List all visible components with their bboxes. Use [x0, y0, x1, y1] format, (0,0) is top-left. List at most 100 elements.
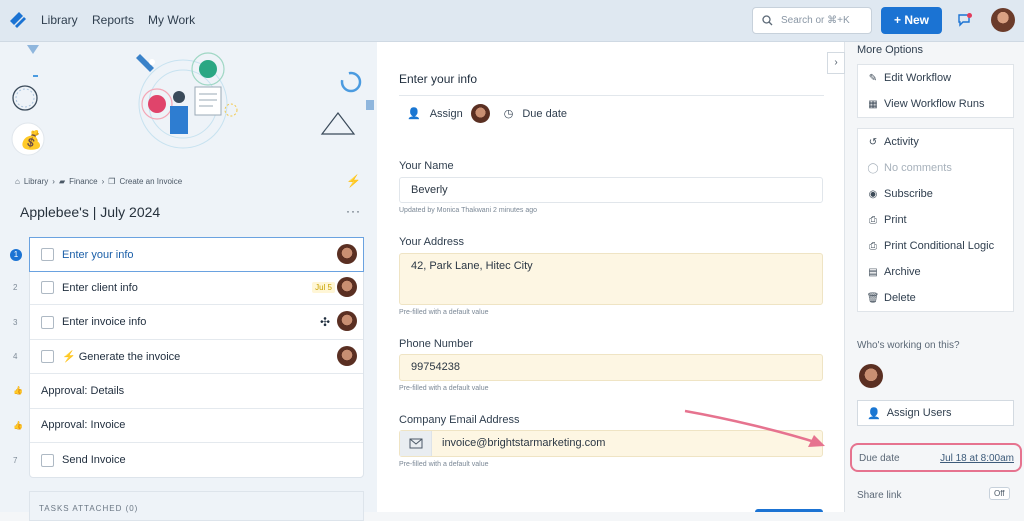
- assignee-avatar[interactable]: [859, 364, 883, 388]
- task-number: 4: [13, 351, 18, 361]
- assign-button[interactable]: Assign: [430, 108, 463, 120]
- task-checkbox[interactable]: [41, 248, 54, 261]
- share-link-label: Share link: [857, 490, 902, 501]
- delete-item[interactable]: 🗑 Delete: [858, 285, 1013, 311]
- task-item[interactable]: 👍 Approval: Invoice: [13, 409, 363, 443]
- nav-library[interactable]: Library: [41, 13, 78, 27]
- assignee-avatar[interactable]: [470, 104, 490, 123]
- nav-my-work[interactable]: My Work: [148, 13, 195, 27]
- folder-icon: ▰: [58, 177, 66, 186]
- hero-illustration: 💰: [0, 42, 377, 160]
- user-avatar[interactable]: [991, 8, 1015, 32]
- task-item[interactable]: 7 Send Invoice: [13, 443, 363, 477]
- task-item[interactable]: 👍 Approval: Details: [13, 374, 363, 409]
- due-date-highlight: Due date Jul 18 at 8:00am: [850, 443, 1022, 472]
- edit-workflow-item[interactable]: ✎ Edit Workflow: [858, 65, 1013, 91]
- workflow-run-title[interactable]: Applebee's | July 2024: [20, 204, 160, 220]
- nav-reports[interactable]: Reports: [92, 13, 134, 27]
- bolt-icon[interactable]: ⚡: [346, 174, 361, 188]
- eye-icon: ◉: [868, 188, 878, 200]
- field-label-name: Your Name: [399, 160, 454, 172]
- thumbs-up-icon: 👍: [13, 386, 23, 396]
- search-placeholder: Search or ⌘+K: [781, 15, 850, 26]
- print-conditional-item[interactable]: ⎙ Print Conditional Logic: [858, 233, 1013, 259]
- name-field[interactable]: Beverly: [399, 177, 823, 203]
- print-item[interactable]: ⎙ Print: [858, 207, 1013, 233]
- app-logo-icon[interactable]: [6, 9, 28, 31]
- menu-label: Archive: [884, 266, 921, 278]
- annotation-arrow: [684, 409, 825, 447]
- assign-users-label: Assign Users: [886, 407, 952, 419]
- menu-label: Subscribe: [884, 188, 933, 200]
- view-workflow-runs-item[interactable]: ▦ View Workflow Runs: [858, 91, 1013, 117]
- chevron-right-icon: ›: [101, 177, 105, 186]
- user-icon: 👤: [867, 407, 881, 420]
- task-checkbox[interactable]: [41, 453, 54, 467]
- user-icon: 👤: [407, 108, 421, 120]
- task-number: 3: [13, 317, 18, 327]
- breadcrumb-library[interactable]: Library: [24, 177, 48, 186]
- print-icon: ⎙: [869, 240, 877, 252]
- actions-menu: ↺ Activity ◯ No comments ◉ Subscribe ⎙ Print…: [857, 128, 1014, 312]
- tasks-attached-header[interactable]: TASKS ATTACHED (0): [29, 491, 364, 521]
- due-date-button[interactable]: Due date: [522, 108, 567, 120]
- history-icon: ↺: [868, 136, 878, 148]
- task-item[interactable]: 2 Enter client info Jul 5: [13, 271, 363, 306]
- field-hint: Pre-filled with a default value: [399, 385, 489, 392]
- task-label: Send Invoice: [62, 454, 126, 467]
- address-field[interactable]: 42, Park Lane, Hitec City: [399, 253, 823, 305]
- task-checkbox[interactable]: [41, 281, 54, 295]
- print-icon: ⎙: [869, 214, 877, 226]
- trash-icon: 🗑: [866, 292, 880, 304]
- task-label: ⚡ Generate the invoice: [62, 350, 181, 363]
- workflow-menu: ✎ Edit Workflow ▦ View Workflow Runs: [857, 64, 1014, 118]
- due-badge: Jul 5: [312, 282, 335, 293]
- chat-notification-icon[interactable]: [957, 12, 973, 28]
- menu-label: Activity: [884, 136, 919, 148]
- field-label-email: Company Email Address: [399, 414, 520, 426]
- new-button[interactable]: + New: [881, 7, 942, 34]
- activity-item[interactable]: ↺ Activity: [858, 129, 1013, 155]
- field-hint: Updated by Monica Thakwani 2 minutes ago: [399, 207, 538, 214]
- assign-row: 👤 Assign ◷ Due date: [407, 104, 567, 123]
- task-item[interactable]: 1 Enter your info: [10, 237, 364, 272]
- comment-icon: ◯: [867, 162, 879, 174]
- more-options-title: More Options: [857, 44, 924, 56]
- task-checkbox[interactable]: [41, 349, 54, 363]
- search-input[interactable]: Search or ⌘+K: [752, 7, 872, 34]
- top-bar: Library Reports My Work Search or ⌘+K + …: [0, 0, 1024, 42]
- due-date-label: Due date: [859, 453, 900, 464]
- who-working-label: Who's working on this?: [857, 340, 960, 351]
- assignee-avatar: [337, 244, 357, 264]
- task-label: Approval: Details: [41, 384, 125, 397]
- menu-label: Print: [884, 214, 907, 226]
- archive-item[interactable]: ▤ Archive: [858, 259, 1013, 285]
- phone-field[interactable]: 99754238: [399, 354, 823, 381]
- thumbs-up-icon: 👍: [13, 420, 23, 430]
- collapse-panel-button[interactable]: ›: [827, 52, 845, 74]
- home-icon: ⌂: [15, 177, 20, 186]
- clock-icon: ◷: [503, 108, 514, 120]
- assignee-avatar: [337, 311, 357, 332]
- share-link-toggle[interactable]: Off: [989, 487, 1010, 500]
- mail-icon: [400, 431, 432, 456]
- task-number: 2: [13, 283, 18, 293]
- task-item[interactable]: 4 ⚡ Generate the invoice: [13, 340, 363, 375]
- subscribe-item[interactable]: ◉ Subscribe: [858, 181, 1013, 207]
- task-checkbox[interactable]: [41, 315, 54, 329]
- assign-users-button[interactable]: 👤 Assign Users: [857, 400, 1014, 426]
- menu-label: Edit Workflow: [884, 72, 952, 84]
- search-icon: [762, 15, 773, 26]
- divider: [399, 95, 824, 96]
- more-options-icon[interactable]: ···: [346, 204, 361, 218]
- breadcrumb: ⌂ Library › ▰ Finance › ❐ Create an Invo…: [15, 177, 182, 186]
- menu-label: Print Conditional Logic: [884, 240, 995, 252]
- task-list: 1 Enter your info 2 Enter client info Ju…: [10, 237, 364, 479]
- menu-label: Delete: [884, 292, 916, 304]
- menu-label: View Workflow Runs: [884, 98, 985, 110]
- slack-icon: ✣: [319, 315, 330, 330]
- task-item[interactable]: 3 Enter invoice info ✣: [13, 305, 363, 340]
- breadcrumb-create-invoice[interactable]: Create an Invoice: [119, 177, 182, 186]
- breadcrumb-finance[interactable]: Finance: [69, 177, 97, 186]
- due-date-link[interactable]: Jul 18 at 8:00am: [940, 453, 1014, 464]
